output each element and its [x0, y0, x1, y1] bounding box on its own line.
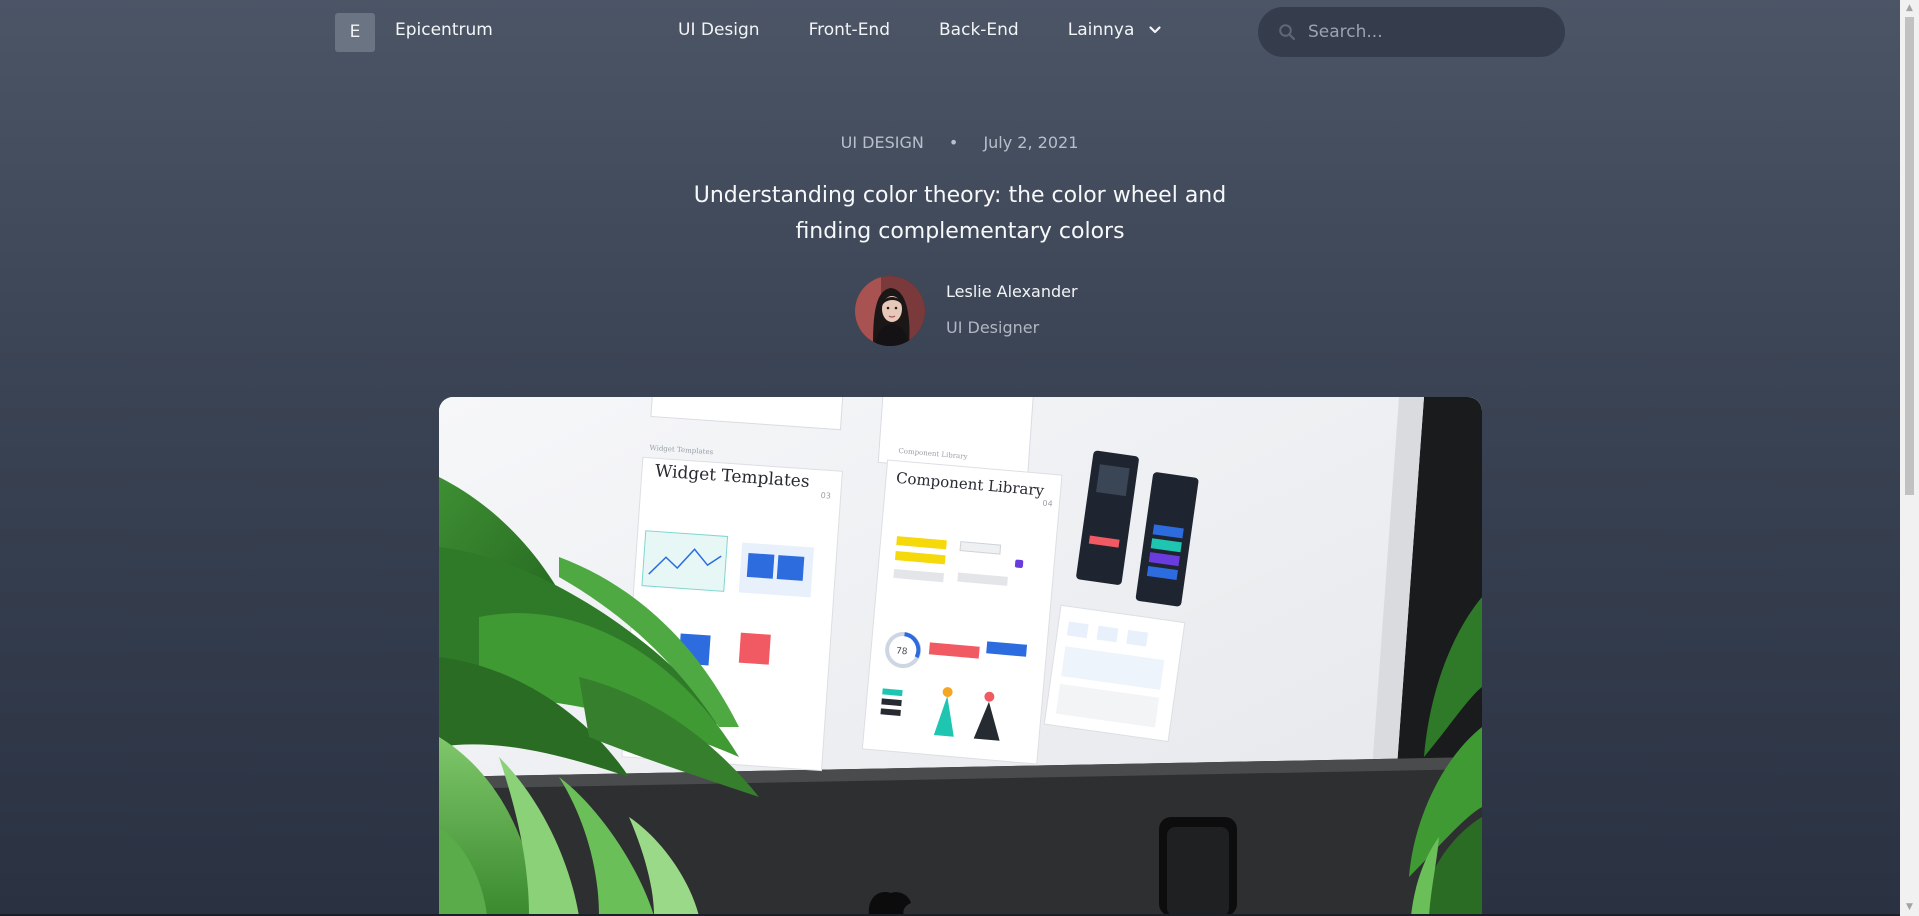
search-input[interactable] [1308, 7, 1548, 57]
nav-link-ui-design[interactable]: UI Design [678, 20, 760, 40]
scroll-up-arrow-icon[interactable]: ▲ [1900, 0, 1919, 17]
article-title: Understanding color theory: the color wh… [693, 183, 1227, 244]
chevron-down-icon [1149, 26, 1161, 34]
nav-dropdown-lainnya[interactable]: Lainnya [1068, 20, 1163, 40]
logo[interactable]: E [335, 13, 375, 52]
article-meta: UI DESIGN • July 2, 2021 [0, 133, 1919, 152]
top-navigation: E Epicentrum UI Design Front-End Back-En… [0, 0, 1900, 64]
scrollbar-thumb[interactable] [1905, 17, 1914, 495]
search-box [1258, 7, 1565, 57]
search-icon [1279, 24, 1295, 40]
brand-name[interactable]: Epicentrum [395, 20, 493, 40]
article-category[interactable]: UI DESIGN [841, 133, 924, 152]
nav-link-front-end[interactable]: Front-End [809, 20, 890, 40]
gauge-value: 78 [896, 646, 909, 657]
meta-separator: • [948, 133, 959, 152]
author-role: UI Designer [946, 318, 1040, 337]
page: E Epicentrum UI Design Front-End Back-En… [0, 0, 1900, 916]
vertical-scrollbar[interactable]: ▲ ▼ [1900, 0, 1919, 916]
author-name[interactable]: Leslie Alexander [946, 282, 1078, 301]
nav-link-lainnya: Lainnya [1067, 20, 1135, 40]
widget-templates-page: 03 [820, 491, 831, 501]
nav-links: UI Design Front-End Back-End Lainnya [678, 20, 1162, 40]
avatar[interactable] [855, 276, 925, 346]
scroll-down-arrow-icon[interactable]: ▼ [1900, 899, 1919, 916]
nav-link-back-end[interactable]: Back-End [939, 20, 1019, 40]
avatar-image [855, 276, 925, 346]
article-date: July 2, 2021 [983, 133, 1079, 152]
hero-image: Widget Templates Widget Templates 03 Com… [439, 397, 1482, 916]
hero-illustration: Widget Templates Widget Templates 03 Com… [439, 397, 1482, 916]
component-library-page: 04 [1042, 499, 1053, 509]
